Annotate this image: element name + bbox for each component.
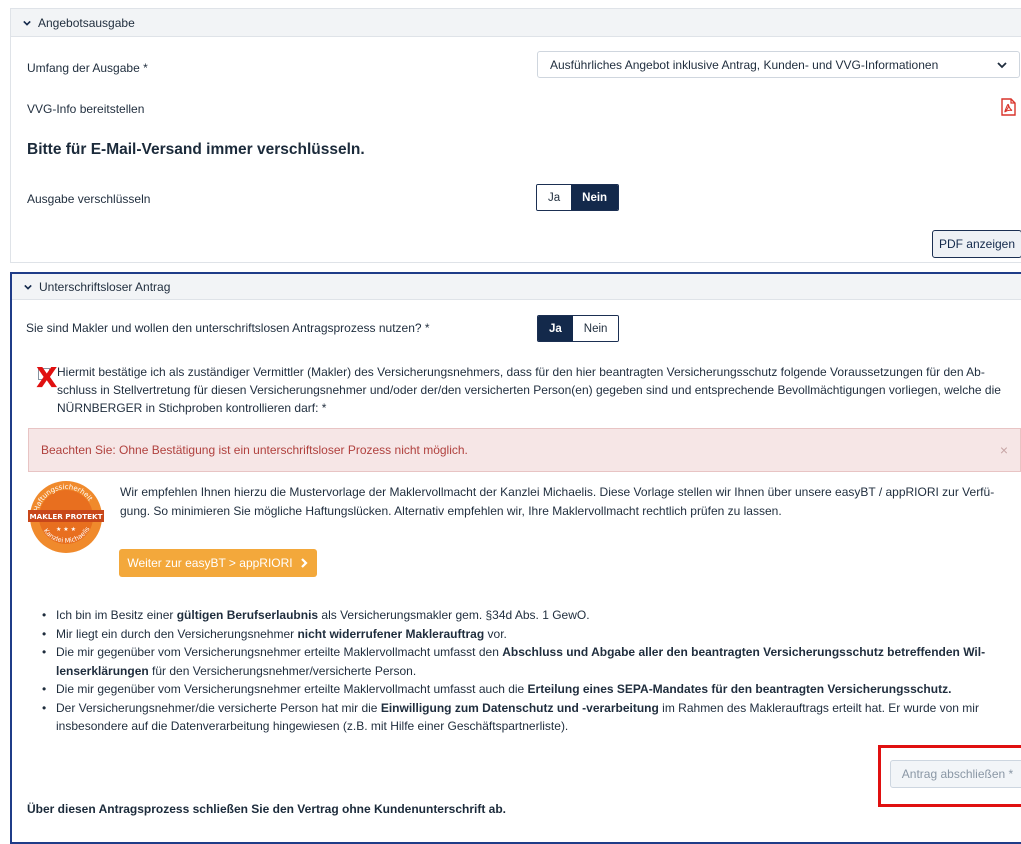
offer-output-panel: Angebotsausgabe Umfang der Ausgabe * Aus… [10, 8, 1021, 263]
broker-question: Sie sind Makler und wollen den unterschr… [26, 321, 430, 335]
footer-note: Über diesen Antragsprozess schließen Sie… [27, 802, 506, 816]
requirement-item: Die mir gegenüber vom Versicherungsnehme… [42, 643, 1021, 680]
encrypt-label: Ausgabe verschlüsseln [27, 192, 151, 206]
requirement-text: Die mir gegenüber vom Versicherungsnehme… [56, 682, 528, 696]
close-icon[interactable]: × [1000, 442, 1008, 458]
requirement-item: Mir liegt ein durch den Versicherungsneh… [42, 625, 1021, 644]
broker-no-option[interactable]: Nein [572, 316, 619, 341]
chevron-down-icon [24, 284, 32, 290]
requirement-item: Die mir gegenüber vom Versicherungsnehme… [42, 680, 1021, 699]
broker-toggle: Ja Nein [537, 315, 620, 342]
offer-output-header[interactable]: Angebotsausgabe [11, 9, 1021, 37]
requirement-text: als Versicherungsmakler gem. §34d Abs. 1… [318, 608, 590, 622]
easybt-link-label: Weiter zur easyBT > appRIORI [127, 556, 293, 570]
pdf-show-button[interactable]: PDF anzeigen [932, 230, 1021, 258]
chevron-right-icon [300, 558, 308, 568]
vvg-info-label: VVG-Info bereitstellen [27, 102, 145, 116]
chevron-down-icon [23, 20, 31, 26]
scope-select-value: Ausführliches Angebot inklusive Antrag, … [550, 57, 939, 72]
badge-mid-text: MAKLER PROTEKT [29, 512, 102, 521]
broker-yes-option[interactable]: Ja [538, 316, 573, 341]
encrypt-no-option[interactable]: Nein [571, 185, 619, 210]
encryption-heading: Bitte für E-Mail-Versand immer verschlüs… [27, 141, 365, 158]
requirement-text: Ich bin im Besitz einer [56, 608, 177, 622]
chevron-down-icon [997, 61, 1007, 68]
signatureless-title: Unterschriftsloser Antrag [39, 279, 171, 294]
alert-text: Beachten Sie: Ohne Bestätigung ist ein u… [41, 443, 468, 457]
encrypt-yes-option[interactable]: Ja [537, 185, 572, 210]
scope-label: Umfang der Ausgabe * [27, 61, 148, 75]
requirement-item: Der Versicherungsnehmer/die versicherte … [42, 699, 1021, 736]
requirement-text: Mir liegt ein durch den Versicherungsneh… [56, 626, 298, 641]
requirement-emphasis: Erteilung eines SEPA-Mandates für den be… [527, 682, 952, 696]
requirement-emphasis: nicht widerrufener Maklerauftrag [297, 626, 485, 641]
promo-text: Wir empfehlen Ihnen hierzu die Mustervor… [120, 485, 995, 518]
requirements-list: Ich bin im Besitz einer gültigen Berufse… [36, 606, 1021, 736]
offer-output-title: Angebotsausgabe [38, 15, 135, 30]
confirm-statement: Hiermit bestätige ich als zuständiger Ve… [57, 365, 1001, 415]
requirement-item: Ich bin im Besitz einer gültigen Berufse… [42, 606, 1021, 625]
requirement-text: Die mir gegenüber vom Versicherungsnehme… [56, 645, 503, 659]
signatureless-application-panel: Unterschriftsloser Antrag Sie sind Makle… [10, 272, 1021, 844]
scope-select[interactable]: Ausführliches Angebot inklusive Antrag, … [537, 51, 1020, 78]
annotation-x-mark: X [36, 361, 58, 394]
svg-text:★ ★ ★: ★ ★ ★ [56, 526, 76, 533]
signatureless-header[interactable]: Unterschriftsloser Antrag [12, 274, 1021, 300]
easybt-link-button[interactable]: Weiter zur easyBT > appRIORI [119, 549, 317, 577]
requirement-text: Der Versicherungsnehmer/die versicherte … [56, 700, 381, 715]
pdf-icon[interactable] [1001, 98, 1016, 116]
requirement-emphasis: Einwilligung zum Datenschutz und -verarb… [380, 700, 659, 715]
requirement-text: vor. [484, 626, 507, 641]
alert-message: Beachten Sie: Ohne Bestätigung ist ein u… [28, 428, 1021, 472]
encrypt-toggle: Ja Nein [536, 184, 620, 211]
requirement-emphasis: gültigen Berufserlaubnis [176, 608, 319, 622]
requirement-text: für den Versicherungsnehmer/versicherte … [148, 663, 417, 678]
annotation-highlight-box [878, 745, 1021, 807]
makler-protekt-badge-icon: Haftungssicherheit MAKLER PROTEKT Kanzle… [28, 481, 104, 553]
